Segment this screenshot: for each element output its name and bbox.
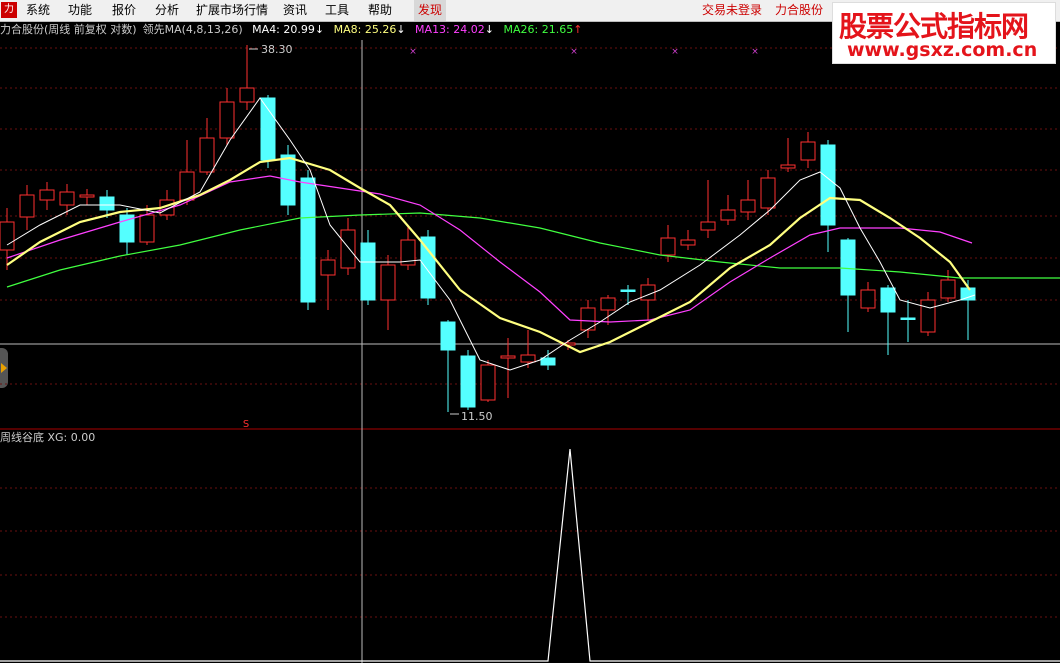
sub-panel-name: 周线谷底 [0, 431, 44, 444]
candle-body [780, 164, 796, 169]
candle-body [820, 144, 836, 226]
candle-body [940, 279, 956, 299]
xg-indicator-line [0, 448, 1060, 662]
candle-body [800, 141, 816, 161]
x-marker-icon: × [751, 47, 759, 57]
candle-body [540, 357, 556, 366]
xg-value: XG: 0.00 [47, 431, 96, 444]
candle-body [39, 189, 55, 201]
candle-body [720, 209, 736, 221]
candle-body [880, 287, 896, 313]
candle-body [19, 194, 35, 218]
candlestick-series [0, 45, 976, 412]
candle-body [740, 199, 756, 213]
candle-body [199, 137, 215, 173]
x-marker-icon: × [671, 47, 679, 57]
candle-body [480, 364, 496, 401]
candle-body [239, 87, 255, 103]
candle-body [420, 236, 436, 299]
candle-body [59, 191, 75, 206]
candle-body [660, 237, 676, 256]
candle-body [960, 287, 976, 301]
grid-lines [0, 47, 1060, 618]
candle-body [760, 177, 776, 209]
candle-body [260, 97, 276, 161]
ma26-line [6, 212, 1060, 288]
candle-body [99, 196, 115, 211]
candle-body [500, 355, 516, 359]
candle-body [680, 239, 696, 246]
sell-signal-mark: S [243, 419, 249, 430]
candle-body [920, 299, 936, 333]
chart-canvas[interactable]: × × × × 38.30 11.50 S [0, 0, 1060, 663]
x-marker-icon: × [409, 47, 417, 57]
high-label: 38.30 [261, 43, 293, 56]
watermark-url: www.gsxz.com.cn [847, 39, 1038, 61]
candle-body [860, 289, 876, 309]
candle-body [219, 101, 235, 139]
candle-body [380, 264, 396, 301]
candle-body [700, 221, 716, 231]
low-label: 11.50 [461, 410, 493, 423]
watermark-logo: 股票公式指标网 www.gsxz.com.cn [832, 2, 1056, 64]
candle-body [520, 354, 536, 363]
candle-body [360, 242, 376, 301]
candle-body [0, 221, 15, 251]
candle-body [79, 194, 95, 198]
candle-body [300, 177, 316, 303]
candle-body [840, 239, 856, 296]
candle-body [600, 297, 616, 311]
candle-body [900, 317, 916, 320]
candle-body [139, 214, 155, 243]
sub-panel-title: 周线谷底 XG: 0.00 [0, 429, 95, 445]
candle-body [320, 259, 336, 276]
x-marker-icon: × [570, 47, 578, 57]
candle-body [340, 229, 356, 269]
candle-body [440, 321, 456, 351]
candle-body [460, 355, 476, 408]
candle-body [620, 289, 636, 292]
